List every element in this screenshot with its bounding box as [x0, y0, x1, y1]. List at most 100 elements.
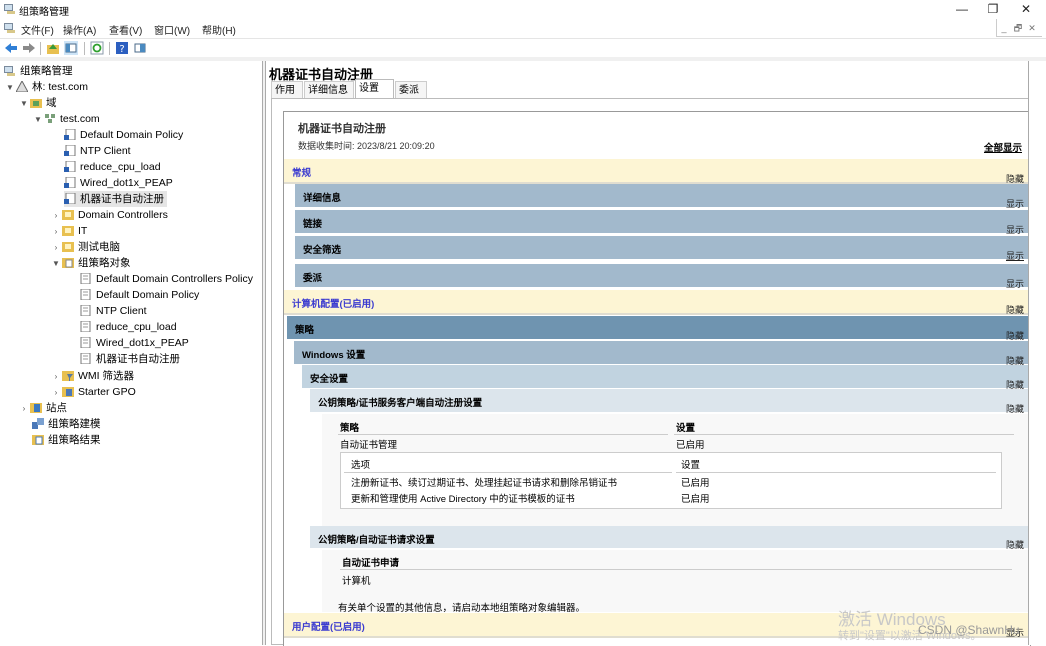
section-pk-autoenroll[interactable]: 公钥策略/证书服务客户端自动注册设置 隐藏 — [310, 389, 1030, 414]
section-security-filtering[interactable]: 安全筛选 显示 — [295, 236, 1030, 261]
col-header-auto-cert-request: 自动证书申请 — [342, 558, 400, 569]
tree-item-domains[interactable]: ▼ 域 — [18, 95, 56, 112]
section-label: 链接 — [303, 219, 323, 230]
section-label: 公钥策略/自动证书请求设置 — [318, 535, 435, 546]
tree-item-linked-gpo[interactable]: NTP Client — [64, 143, 131, 159]
svg-text:?: ? — [119, 44, 124, 55]
maximize-button[interactable]: ❐ — [976, 0, 1010, 18]
menu-file[interactable]: 文件(F) — [21, 22, 54, 37]
report-gpo-name: 机器证书自动注册 — [298, 123, 386, 135]
divider — [340, 569, 1012, 570]
section-general-label: 常规 — [292, 168, 312, 179]
tree-item-label: WMI 筛选器 — [78, 370, 134, 382]
spacer — [322, 512, 1030, 526]
mdi-window-controls: _ 🗗 ✕ — [996, 19, 1042, 37]
close-button[interactable]: ✕ — [1009, 0, 1043, 18]
tree-item-starter-gpo[interactable]: › Starter GPO — [50, 384, 136, 400]
back-icon[interactable] — [4, 41, 18, 55]
section-delegation[interactable]: 委派 显示 — [295, 264, 1030, 289]
option-setting: 已启用 — [681, 494, 710, 505]
cert-request-value: 计算机 — [342, 576, 371, 587]
mdi-minimize-button[interactable]: _ — [997, 21, 1011, 35]
tree-item-modeling[interactable]: 组策略建模 — [32, 416, 101, 432]
chevron-down-icon[interactable]: ▼ — [18, 96, 30, 112]
tree-item-domain[interactable]: ▼ test.com — [32, 111, 100, 127]
divider — [674, 434, 1014, 435]
chevron-down-icon[interactable]: ▼ — [50, 256, 62, 272]
tab-details[interactable]: 详细信息 — [304, 81, 354, 98]
tree-item-gpo-container[interactable]: ▼ 组策略对象 — [50, 255, 130, 272]
section-computer-config[interactable]: 计算机配置(已启用) 隐藏 — [284, 290, 1030, 315]
section-links[interactable]: 链接 显示 — [295, 210, 1030, 235]
tab-settings[interactable]: 设置 — [355, 79, 394, 98]
tree-item-linked-gpo[interactable]: Wired_dot1x_PEAP — [64, 175, 173, 191]
forest-icon — [16, 81, 28, 92]
section-pk-request[interactable]: 公钥策略/自动证书请求设置 隐藏 — [310, 526, 1030, 550]
chevron-down-icon[interactable]: ▼ — [4, 80, 16, 96]
tree-item-sites[interactable]: › 站点 — [18, 400, 67, 416]
mdi-close-button[interactable]: ✕ — [1025, 21, 1039, 35]
tree-item-ou[interactable]: › Domain Controllers — [50, 207, 168, 223]
chevron-right-icon[interactable]: › — [50, 385, 62, 401]
menu-view[interactable]: 查看(V) — [109, 22, 142, 37]
chevron-right-icon[interactable]: › — [50, 208, 62, 224]
section-label: 安全设置 — [310, 374, 349, 385]
tree-item-gpo[interactable]: Default Domain Policy — [80, 287, 199, 303]
show-hide-tree-icon[interactable] — [64, 41, 78, 55]
section-windows-settings[interactable]: Windows 设置 隐藏 — [294, 341, 1030, 366]
console-tree: 组策略管理 ▼ 林: test.com ▼ 域 ▼ test.com Default … — [0, 61, 263, 645]
show-action-pane-icon[interactable] — [133, 41, 147, 55]
policy-name: 自动证书管理 — [340, 440, 398, 451]
show-link[interactable]: 显示 — [1006, 249, 1024, 262]
refresh-icon[interactable] — [90, 41, 104, 55]
tree-item-linked-gpo[interactable]: reduce_cpu_load — [64, 159, 161, 175]
menu-window[interactable]: 窗口(W) — [154, 22, 190, 37]
tree-item-results[interactable]: 组策略结果 — [32, 432, 101, 448]
tab-scope[interactable]: 作用域 — [271, 81, 303, 113]
help-icon[interactable]: ? — [115, 41, 129, 55]
hide-link[interactable]: 隐藏 — [1006, 303, 1024, 316]
gpo-icon — [80, 321, 91, 332]
show-link[interactable]: 显示 — [1006, 277, 1024, 290]
mdi-system-menu-icon[interactable] — [4, 22, 16, 33]
minimize-button[interactable]: — — [945, 0, 979, 18]
ou-folder-icon — [62, 242, 74, 252]
tree-item-forest[interactable]: ▼ 林: test.com — [4, 79, 88, 95]
tree-item-gpo[interactable]: 机器证书自动注册 — [80, 351, 180, 367]
tree-item-label: 组策略建模 — [48, 418, 101, 430]
tree-item-ou[interactable]: › IT — [50, 223, 88, 240]
chevron-right-icon[interactable]: › — [50, 224, 62, 240]
chevron-down-icon[interactable]: ▼ — [32, 112, 44, 128]
tree-item-gpo[interactable]: reduce_cpu_load — [80, 319, 177, 335]
tree-item-gpo[interactable]: Default Domain Controllers Policy — [80, 271, 253, 287]
sites-icon — [30, 403, 42, 413]
vertical-scrollbar[interactable] — [1028, 61, 1046, 645]
mdi-restore-button[interactable]: 🗗 — [1011, 21, 1025, 35]
ou-folder-icon — [62, 210, 74, 220]
tree-item-ou[interactable]: › 测试电脑 — [50, 239, 120, 255]
section-policies[interactable]: 策略 隐藏 — [287, 316, 1030, 341]
tree-item-wmi-filters[interactable]: › WMI 筛选器 — [50, 368, 134, 384]
tree-item-linked-gpo-selected[interactable]: 机器证书自动注册 — [64, 191, 167, 207]
section-general[interactable]: 常规 隐藏 — [284, 159, 1030, 184]
up-folder-icon[interactable] — [46, 41, 60, 55]
menu-action[interactable]: 操作(A) — [63, 22, 96, 37]
tree-item-gpmc-root[interactable]: 组策略管理 — [4, 63, 73, 79]
chevron-right-icon[interactable]: › — [50, 369, 62, 385]
forward-icon[interactable] — [22, 41, 36, 55]
tree-item-gpo[interactable]: Wired_dot1x_PEAP — [80, 335, 189, 351]
show-link[interactable]: 显示 — [1006, 223, 1024, 236]
chevron-right-icon[interactable]: › — [18, 401, 30, 417]
col-header-option: 选项 — [351, 460, 371, 471]
show-all-link[interactable]: 全部显示 — [984, 140, 1022, 154]
tree-item-linked-gpo[interactable]: Default Domain Policy — [64, 127, 183, 143]
tab-delegation[interactable]: 委派 — [395, 81, 427, 98]
tree-item-gpo[interactable]: NTP Client — [80, 303, 147, 319]
section-details[interactable]: 详细信息 显示 — [295, 184, 1030, 209]
chevron-right-icon[interactable]: › — [50, 240, 62, 256]
pane-splitter[interactable] — [263, 61, 266, 645]
domains-folder-icon — [30, 99, 42, 108]
show-link[interactable]: 显示 — [1006, 197, 1024, 210]
section-security-settings[interactable]: 安全设置 隐藏 — [302, 365, 1030, 390]
menu-help[interactable]: 帮助(H) — [202, 22, 236, 37]
